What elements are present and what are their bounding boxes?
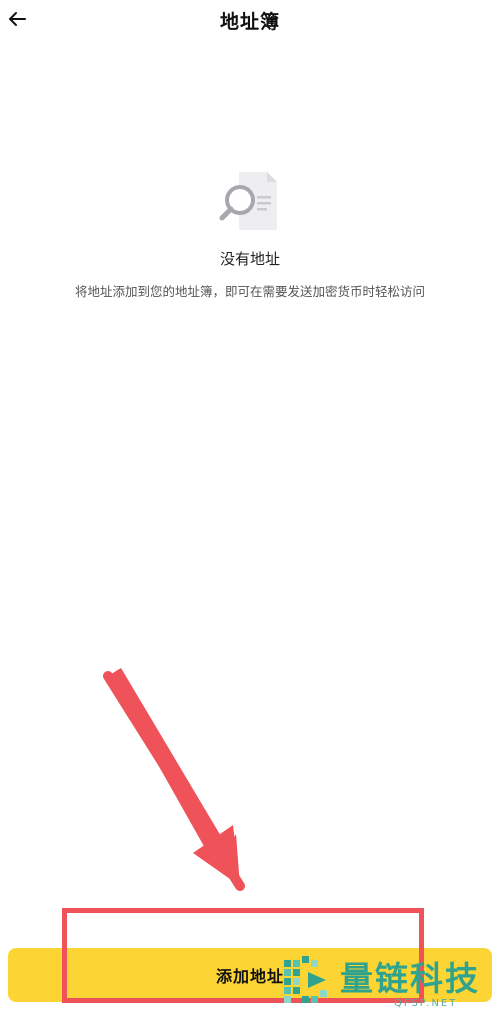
empty-description: 将地址添加到您的地址簿，即可在需要发送加密货币时轻松访问 [74,284,425,299]
add-address-button[interactable]: 添加地址 [8,948,492,1002]
page-title: 地址簿 [219,11,280,33]
empty-state: 没有地址 将地址添加到您的地址簿，即可在需要发送加密货币时轻松访问 [0,168,500,300]
annotation-arrow [103,668,245,891]
document-search-icon [219,172,277,230]
header-bar: 地址簿 [0,0,500,42]
address-book-screen: 地址簿 没有地址 将地址添加到您的地址簿，即可在需要发送加密货币时轻松访问 添加… [0,0,500,1016]
add-address-label: 添加地址 [215,969,284,986]
empty-title: 没有地址 [219,250,280,268]
